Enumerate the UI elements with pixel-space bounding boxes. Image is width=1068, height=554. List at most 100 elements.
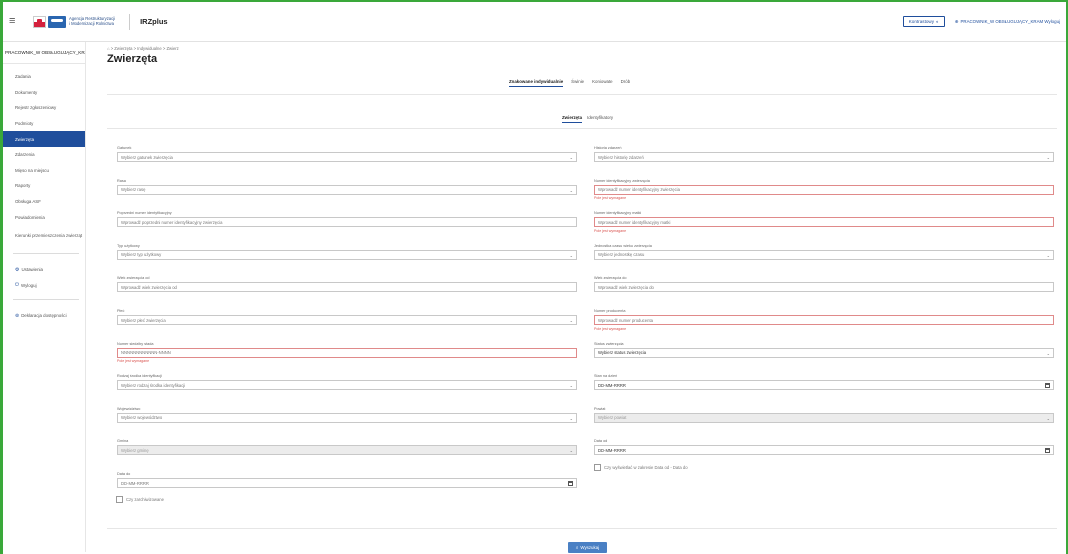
stan-na-dzien-date-input[interactable]: DD-MM-RRRR [594, 380, 1054, 391]
range-checkbox-row[interactable]: Czy wyświetlać w zakresie Data od - Data… [594, 464, 688, 471]
field-placeholder: Wprowadź wiek zwierzęcia do [598, 284, 654, 290]
sidebar-item-rejestr[interactable]: Rejestr zgłoszeniowy [3, 100, 85, 116]
field-placeholder: DD-MM-RRRR [598, 382, 626, 388]
chevron-down-icon: ⌄ [1046, 350, 1050, 356]
divider [107, 128, 1057, 129]
wojewodztwo-select[interactable]: Wybierz województwo ⌄ [117, 412, 577, 423]
field-rasa: Rasa Wybierz rasę ⌄ [117, 179, 577, 195]
contrast-button[interactable]: Kontrastowy ◐ [902, 16, 945, 27]
sidebar-item-dokumenty[interactable]: Dokumenty [3, 85, 85, 101]
field-wiek-zwierzecia-do: Wiek zwierzęcia do Wprowadź wiek zwierzęc… [594, 276, 1054, 293]
status-zwierzecia-select[interactable]: Wybierz status zwierzęcia ⌄ [594, 347, 1054, 358]
divider [107, 94, 1057, 95]
logo-text: Agencja Restrukturyzacji i Modernizacji … [69, 15, 116, 26]
numer-identyfikacyjny-zwierzecia-input[interactable]: Wprowadź numer identyfikacyjny zwierzęci… [594, 184, 1054, 195]
field-placeholder: Wprowadź numer identyfikacyjny zwierzęci… [598, 187, 680, 193]
data-do-date-input[interactable]: DD-MM-RRRR [117, 478, 577, 488]
breadcrumb[interactable]: ⌂ > Zwierzęta > Indywidualne > Zwierz [107, 46, 179, 51]
tab-zwierzeta[interactable]: Zwierzęta [562, 115, 583, 123]
field-numer-identyfikacyjny-matki: Numer identyfikacyjny matki Wprowadź nume… [594, 211, 1054, 233]
field-placeholder: Wprowadź numer producenta [598, 317, 653, 323]
sidebar-item-settings[interactable]: ⚙ Ustawienia [3, 262, 85, 278]
search-button[interactable]: ⌕ Wyszukaj [568, 542, 607, 553]
field-placeholder: Wybierz historię zdarzeń [598, 154, 644, 160]
historia-zdarzen-select[interactable]: Wybierz historię zdarzeń ⌄ [594, 152, 1054, 162]
sidebar-item-asf[interactable]: Obsługa ASF [3, 194, 85, 210]
field-placeholder: Wybierz województwo [121, 415, 163, 421]
field-numer-producenta: Numer producenta Wprowadź numer producent… [594, 309, 1054, 331]
field-gatunek: Gatunek Wybierz gatunek zwierzęcia ⌄ [117, 146, 577, 162]
field-powiat: Powiat Wybierz powiat ⌄ [594, 407, 1054, 423]
powiat-select: Wybierz powiat ⌄ [594, 412, 1054, 423]
gear-icon: ⚙ [15, 266, 20, 273]
chevron-down-icon: ⌄ [569, 187, 573, 193]
tab-znakowane[interactable]: Znakowane indywidualnie [509, 79, 564, 87]
archived-checkbox[interactable] [116, 496, 123, 503]
field-error: Pole jest wymagane [594, 228, 627, 233]
field-placeholder: Wybierz status zwierzęcia [598, 350, 647, 356]
field-numer-identyfikacyjny-zwierzecia: Numer identyfikacyjny zwierzęcia Wprowadź… [594, 179, 1054, 201]
field-placeholder: NNNNNNNNNNNN-NNNN [121, 350, 171, 356]
chevron-down-icon: ⌄ [569, 318, 573, 323]
field-placeholder: Wybierz typ użytkowy [121, 252, 162, 258]
sidebar-item-zadania[interactable]: Zadania [3, 69, 85, 85]
poprzedni-numer-identyfikacyjny-input[interactable]: Wprowadź poprzedni numer identyfikacyjny… [117, 217, 577, 228]
numer-identyfikacyjny-matki-input[interactable]: Wprowadź numer identyfikacyjny matki [594, 217, 1054, 228]
plec-select[interactable]: Wybierz płeć zwierzęcia ⌄ [117, 315, 577, 325]
numer-siedziby-stada-input[interactable]: NNNNNNNNNNNN-NNNN [117, 347, 577, 358]
gmina-select: Wybierz gminę ⌄ [117, 445, 577, 456]
field-error: Pole jest wymagane [594, 196, 627, 201]
sub-tabs: Zwierzęta Identyfikatory [562, 115, 613, 123]
calendar-icon[interactable] [1045, 448, 1050, 454]
search-icon: ⌕ [575, 545, 579, 550]
divider [107, 528, 1057, 529]
field-placeholder: DD-MM-RRRR [121, 480, 149, 486]
user-menu[interactable]: ⊕ PRACOWNIK_W OBSŁUGUJĄCY_KRAM Wyloguj [955, 19, 1060, 25]
jednostka-czasu-wieku-zwierzecia-select[interactable]: Wybierz jednostkę czasu ⌄ [594, 249, 1054, 260]
rodzaj-srodka-identyfikacji-select[interactable]: Wybierz rodzaj środka identyfikacji ⌄ [117, 380, 577, 391]
field-placeholder: DD-MM-RRRR [598, 447, 626, 453]
data-od-date-input[interactable]: DD-MM-RRRR [594, 445, 1054, 456]
sidebar-divider [13, 252, 79, 254]
rasa-select[interactable]: Wybierz rasę ⌄ [117, 184, 577, 195]
sidebar: PRACOWNIK_W OBSŁUGUJĄCY_KRAM Zadania Dok… [3, 42, 86, 552]
field-historia-zdarzen: Historia zdarzeń Wybierz historię zdarzeń… [594, 146, 1054, 162]
sidebar-item-accessibility[interactable]: ⊚ Deklaracja dostępności [3, 308, 85, 324]
numer-producenta-input[interactable]: Wprowadź numer producenta [594, 315, 1054, 325]
tab-koniowate[interactable]: Koniowate [592, 79, 613, 87]
sidebar-item-powiadomienia[interactable]: Powiadomienia [3, 209, 85, 225]
archived-checkbox-row[interactable]: Czy zarchiwizowane [116, 496, 164, 503]
field-data-do: Data do DD-MM-RRRR [117, 472, 577, 488]
arimr-logo[interactable]: Agencja Restrukturyzacji i Modernizacji … [33, 15, 116, 28]
gatunek-select[interactable]: Wybierz gatunek zwierzęcia ⌄ [117, 152, 577, 162]
wiek-zwierzecia-do-input[interactable]: Wprowadź wiek zwierzęcia do [594, 282, 1054, 293]
sidebar-user: PRACOWNIK_W OBSŁUGUJĄCY_KRAM [3, 42, 85, 64]
app-name: IRZplus [129, 13, 168, 30]
sidebar-item-raporty[interactable]: Raporty [3, 178, 85, 194]
sidebar-item-zdarzenia[interactable]: Zdarzenia [3, 147, 85, 163]
calendar-icon[interactable] [568, 481, 573, 486]
field-placeholder: Wprowadź wiek zwierzęcia od [121, 284, 177, 290]
sidebar-item-kierunki[interactable]: Kierunki przemieszczenia zwierząt [3, 225, 85, 247]
sidebar-item-mieso[interactable]: Mięso na miejscu [3, 163, 85, 179]
field-rodzaj-srodka-identyfikacji: Rodzaj środka identyfikacji Wybierz rodza… [117, 374, 577, 391]
sidebar-item-podmioty[interactable]: Podmioty [3, 116, 85, 132]
sidebar-item-logout[interactable]: ⏻ Wyloguj [3, 278, 85, 294]
tab-identyfikatory[interactable]: Identyfikatory [587, 115, 613, 123]
contrast-icon: ◐ [936, 19, 939, 24]
main-tabs: Znakowane indywidualnie Świnie Koniowate… [509, 79, 630, 87]
field-placeholder: Wybierz powiat [598, 415, 627, 421]
calendar-icon[interactable] [1045, 383, 1050, 389]
sidebar-item-zwierzeta[interactable]: Zwierzęta [3, 131, 85, 147]
wiek-zwierzecia-od-input[interactable]: Wprowadź wiek zwierzęcia od [117, 282, 577, 293]
tab-swinie[interactable]: Świnie [571, 79, 584, 87]
field-status-zwierzecia: Status zwierzęcia Wybierz status zwierzęc… [594, 342, 1054, 358]
typ-uzytkowy-select[interactable]: Wybierz typ użytkowy ⌄ [117, 249, 577, 260]
field-placeholder: Wprowadź poprzedni numer identyfikacyjny… [121, 219, 223, 225]
tab-drob[interactable]: Drób [621, 79, 631, 87]
menu-icon[interactable]: ≡ [9, 16, 23, 27]
range-checkbox[interactable] [594, 464, 601, 471]
range-checkbox-label: Czy wyświetlać w zakresie Data od - Data… [604, 465, 688, 470]
field-placeholder: Wybierz rasę [121, 187, 146, 193]
page-title: Zwierzęta [107, 53, 158, 65]
